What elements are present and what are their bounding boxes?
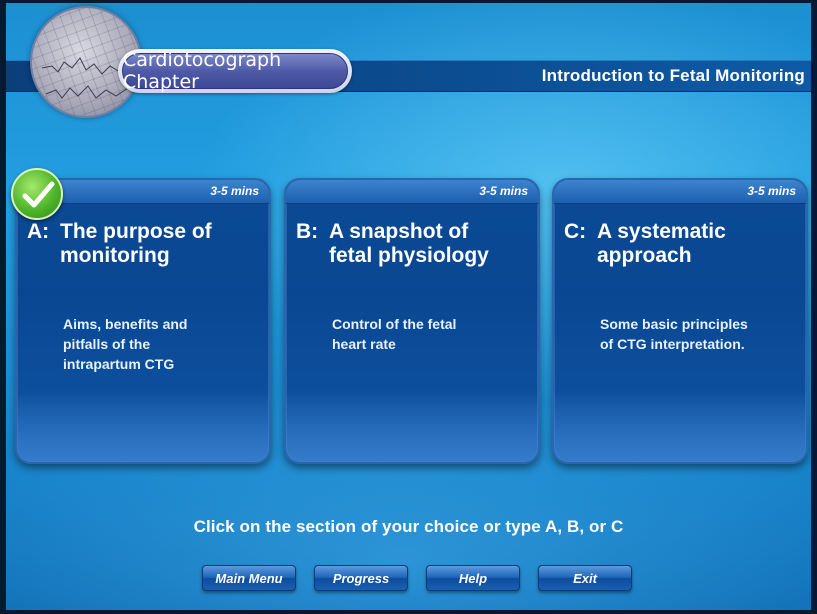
- section-title-line2: approach: [597, 244, 692, 267]
- screen: Introduction to Fetal Monitoring Cardiot…: [0, 0, 817, 614]
- description-line: Control of the fetal: [332, 316, 457, 332]
- description-line: intrapartum CTG: [63, 356, 175, 372]
- section-description: Some basic principles of CTG interpretat…: [600, 314, 790, 354]
- help-button[interactable]: Help: [426, 565, 520, 591]
- section-description: Aims, benefits and pitfalls of the intra…: [63, 314, 253, 374]
- exit-button[interactable]: Exit: [538, 565, 632, 591]
- description-line: pitfalls of the: [63, 336, 151, 352]
- frame-top: [0, 0, 817, 3]
- description-line: Some basic principles: [600, 316, 748, 332]
- chapter-label: Cardiotocograph Chapter: [123, 49, 282, 93]
- section-letter: A:: [27, 220, 50, 243]
- check-icon: [11, 168, 63, 220]
- chapter-badge-inner: Cardiotocograph Chapter: [122, 49, 348, 93]
- section-title-line1: The purpose of: [60, 220, 212, 243]
- section-title: C: A systematic approach: [564, 220, 804, 268]
- section-title-line2: fetal physiology: [329, 244, 489, 267]
- section-title-line1: A snapshot of: [329, 220, 469, 243]
- main-menu-button[interactable]: Main Menu: [202, 565, 296, 591]
- section-description: Control of the fetal heart rate: [332, 314, 522, 354]
- frame-bottom: [0, 610, 817, 614]
- section-a-card[interactable]: 3-5 mins A: The purpose of monitoring Aim…: [15, 178, 271, 464]
- section-letter: C:: [564, 220, 587, 243]
- section-title-line2: monitoring: [60, 244, 170, 267]
- description-line: Aims, benefits and: [63, 316, 188, 332]
- instruction-text: Click on the section of your choice or t…: [193, 517, 624, 536]
- section-title-line1: A systematic: [597, 220, 726, 243]
- progress-button[interactable]: Progress: [314, 565, 408, 591]
- duration-label: 3-5 mins: [210, 184, 259, 198]
- chapter-badge: Cardiotocograph Chapter: [118, 49, 352, 93]
- section-c-card[interactable]: 3-5 mins C: A systematic approach Some ba…: [552, 178, 808, 464]
- duration-label: 3-5 mins: [747, 184, 796, 198]
- description-line: heart rate: [332, 336, 396, 352]
- duration-label: 3-5 mins: [479, 184, 528, 198]
- description-line: of CTG interpretation.: [600, 336, 745, 352]
- section-title: A: The purpose of monitoring: [27, 220, 267, 268]
- section-letter: B:: [296, 220, 319, 243]
- section-b-card[interactable]: 3-5 mins B: A snapshot of fetal physiolog…: [284, 178, 540, 464]
- section-title: B: A snapshot of fetal physiology: [296, 220, 536, 268]
- page-title: Introduction to Fetal Monitoring: [541, 66, 805, 85]
